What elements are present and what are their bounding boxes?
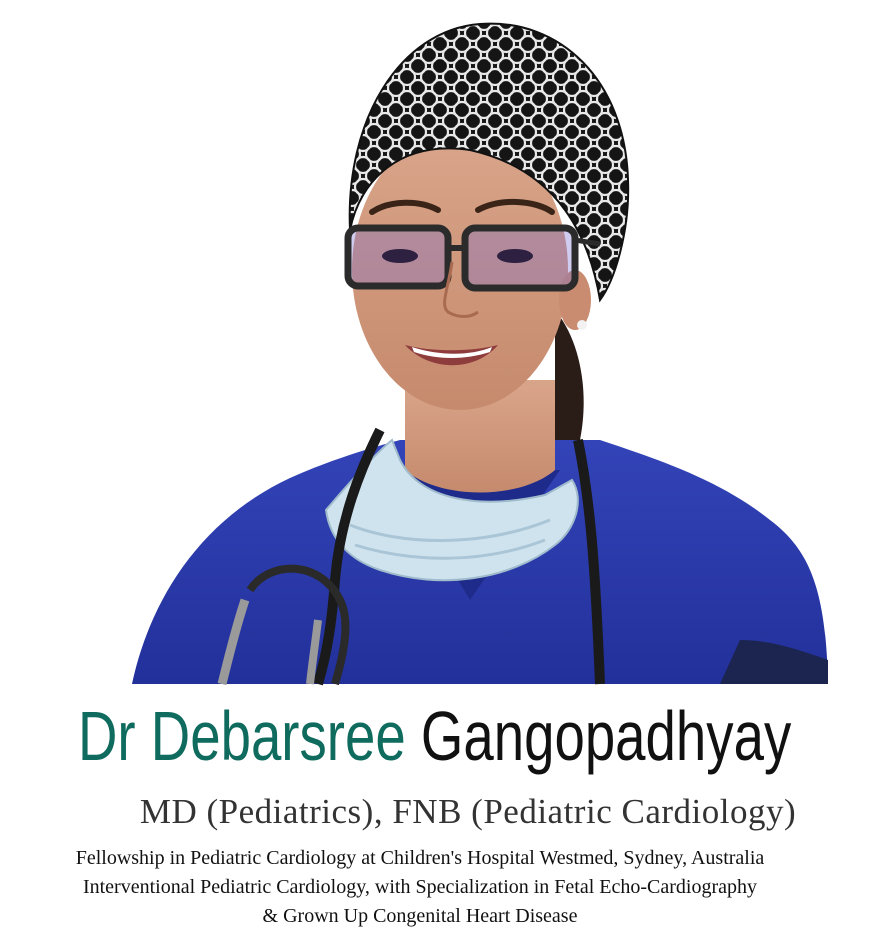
specialization-line: Interventional Pediatric Cardiology, wit…: [82, 876, 758, 898]
specialization-line-2: & Grown Up Congenital Heart Disease: [262, 905, 578, 927]
name-first: Dr Debarsree: [78, 697, 406, 775]
doctor-portrait: [132, 22, 828, 686]
doctor-name: Dr Debarsree Gangopadhyay: [78, 690, 791, 782]
fellowship-line: Fellowship in Pediatric Cardiology at Ch…: [75, 847, 765, 869]
name-last: Gangopadhyay: [420, 697, 792, 775]
degrees: MD (Pediatrics), FNB (Pediatric Cardiolo…: [139, 792, 797, 831]
